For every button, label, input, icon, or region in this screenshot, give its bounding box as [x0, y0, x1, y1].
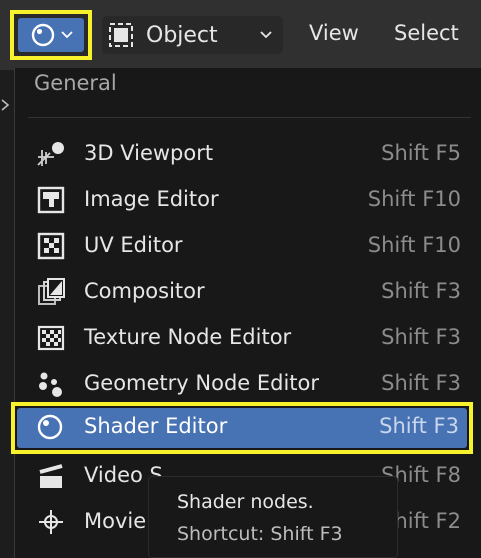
menu-item-label: Texture Node Editor	[84, 325, 292, 349]
tooltip-shortcut: Shortcut: Shift F3	[177, 523, 343, 545]
shader-editor-icon	[35, 413, 65, 441]
chevron-down-icon	[60, 31, 73, 39]
shader-editor-icon	[31, 23, 54, 47]
mode-select-label: Object	[146, 22, 218, 48]
menu-item-texture-node-editor[interactable]: Texture Node Editor Shift F3	[24, 317, 471, 357]
menu-item-uv-editor[interactable]: UV Editor Shift F10	[24, 225, 471, 265]
editor-header: Object View Select	[0, 0, 481, 70]
menu-item-shortcut: Shift F3	[379, 414, 459, 438]
menu-item-shortcut: Shift F3	[381, 371, 461, 395]
image-editor-icon	[36, 186, 66, 214]
menu-item-label: Shader Editor	[84, 414, 228, 438]
menu-item-shader-editor[interactable]: Shader Editor Shift F3	[11, 402, 473, 454]
compositor-icon	[36, 278, 66, 306]
geometry-node-editor-icon	[36, 370, 66, 398]
menu-view[interactable]: View	[309, 21, 359, 45]
uv-editor-icon	[36, 232, 66, 260]
menu-item-image-editor[interactable]: Image Editor Shift F10	[24, 179, 471, 219]
menu-item-3d-viewport[interactable]: 3D Viewport Shift F5	[24, 133, 471, 173]
menu-item-shortcut: Shift F10	[367, 187, 461, 211]
3d-viewport-icon	[36, 140, 66, 168]
mode-select[interactable]: Object	[102, 16, 283, 54]
menu-item-label: UV Editor	[84, 233, 183, 257]
editor-type-button[interactable]	[10, 10, 92, 60]
menu-item-label: Image Editor	[84, 187, 219, 211]
menu-item-shortcut: Shift F10	[367, 233, 461, 257]
texture-node-editor-icon	[36, 324, 66, 352]
menu-select[interactable]: Select	[394, 21, 459, 45]
menu-item-label: 3D Viewport	[84, 141, 214, 165]
movie-clip-editor-icon	[36, 508, 66, 536]
chevron-right-icon[interactable]	[0, 98, 12, 112]
menu-item-geometry-node-editor[interactable]: Geometry Node Editor Shift F3	[24, 363, 471, 403]
menu-item-compositor[interactable]: Compositor Shift F3	[24, 271, 471, 311]
menu-item-label: Geometry Node Editor	[84, 371, 320, 395]
tooltip-title: Shader nodes.	[177, 491, 314, 513]
section-header-general: General	[34, 71, 117, 95]
menu-item-shortcut: Shift F5	[381, 141, 461, 165]
video-sequencer-icon	[36, 462, 66, 490]
menu-item-label: Movie	[84, 509, 147, 533]
chevron-down-icon	[260, 31, 272, 39]
tooltip: Shader nodes. Shortcut: Shift F3	[148, 476, 398, 558]
menu-item-shortcut: Shift F3	[381, 325, 461, 349]
menu-divider	[28, 117, 471, 118]
menu-item-label: Compositor	[84, 279, 205, 303]
object-mode-icon	[109, 23, 133, 47]
menu-item-shortcut: Shift F3	[381, 279, 461, 303]
